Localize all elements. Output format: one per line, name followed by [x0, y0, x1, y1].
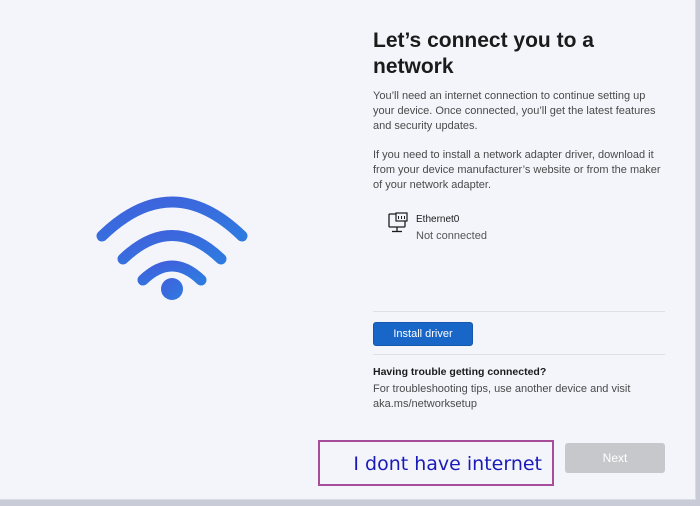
ethernet-monitor-icon — [388, 212, 408, 233]
divider — [373, 354, 665, 355]
wifi-icon — [96, 196, 248, 300]
wifi-inner-arc — [137, 260, 207, 286]
illustration-pane — [0, 0, 345, 500]
wifi-middle-arc — [117, 230, 227, 265]
adapter-status: Not connected — [416, 230, 487, 242]
intro-paragraph: You’ll need an internet connection to co… — [373, 90, 656, 132]
divider — [373, 311, 665, 312]
driver-paragraph: If you need to install a network adapter… — [373, 149, 661, 191]
adapter-name: Ethernet0 — [416, 214, 460, 225]
no-internet-link[interactable]: I dont have internet — [318, 440, 554, 486]
page-title: Let’s connect you to a network — [373, 29, 594, 78]
content-pane: Let’s connect you to a network You’ll ne… — [345, 0, 696, 500]
wifi-dot — [161, 278, 183, 300]
help-text: For troubleshooting tips, use another de… — [373, 383, 631, 410]
network-adapter-item[interactable]: Ethernet0 Not connected — [387, 210, 587, 246]
help-heading: Having trouble getting connected? — [373, 366, 547, 378]
oobe-window: Let’s connect you to a network You’ll ne… — [0, 0, 696, 500]
install-driver-button[interactable]: Install driver — [373, 322, 473, 346]
next-button[interactable]: Next — [565, 443, 665, 473]
